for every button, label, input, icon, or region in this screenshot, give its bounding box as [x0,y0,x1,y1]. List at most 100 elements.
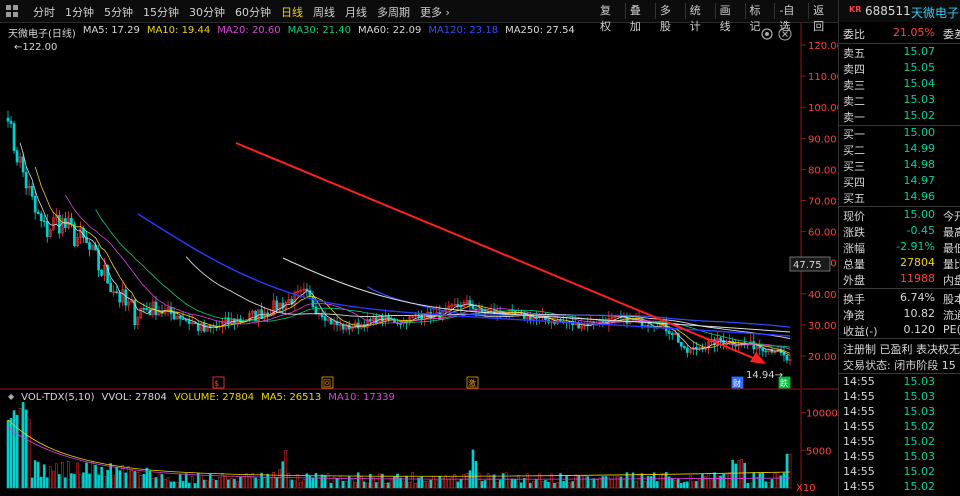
volume-bar [154,477,158,489]
tool-button[interactable]: 叠加 [624,3,655,33]
row-extra: 流通 [943,309,960,322]
indicator-menu-icon[interactable]: ◆ [8,392,14,403]
row-label: 14:55 [843,465,875,478]
volume-bar [218,477,221,489]
ask-row: 卖四 15.05 [839,61,960,77]
row-value: -0.45 [906,224,935,237]
period-tab[interactable]: 周线 [308,4,340,20]
row-value: 15.00 [903,126,936,139]
row-label: 14:55 [843,420,875,433]
row-label: 总量 [843,258,865,271]
candle-body [145,308,149,311]
row-label: 14:55 [843,480,875,493]
volume-bar [33,460,37,489]
volume-bar [670,477,674,489]
volume-bar [344,481,348,489]
row-value: 10.82 [903,307,936,320]
volume-bar [583,475,586,489]
candle-body [70,217,73,225]
candle-body [6,117,10,122]
period-tab[interactable]: 15分钟 [138,4,184,20]
tick-row: 14:55 15.03 [839,450,960,466]
volume-bar [278,469,282,489]
candle-body [314,306,318,315]
candle-body [42,220,46,223]
volume-bar [577,475,580,489]
period-tab[interactable]: 1分钟 [60,4,99,20]
volume-bar [356,472,360,489]
row-value: 15.02 [903,480,936,493]
price-tick-label: 20.00 [808,352,837,363]
period-tab[interactable]: 分时 [28,4,60,20]
divider [839,206,960,207]
volume-bar [242,476,245,489]
tool-button[interactable]: 返回 [808,3,838,33]
volume-ma10-line [7,427,791,480]
volume-bar [513,479,517,489]
tool-button[interactable]: -自选 [774,3,808,33]
volume-bar [166,477,170,489]
price-tick-label: 100.00 [808,103,838,114]
volume-bar [151,478,155,489]
kline-chart[interactable]: 120.00 110.00 100.00 90.00 80.00 70.00 60.00 50… [0,0,838,496]
candle-body [124,289,128,306]
volume-bar [100,466,103,489]
row-extra: 最高 [943,226,960,239]
volume-bar [133,471,137,489]
volume-bar [731,459,734,489]
volume-bar [284,450,288,489]
volume-bar [317,477,321,489]
volume-bar [248,475,251,489]
volume-bar [224,476,227,489]
volume-bar [190,475,194,489]
stat-row: 净资 10.82 流通 [839,307,960,323]
volume-bar [12,410,16,489]
quote-row: 涨幅 -2.91% 最低 [839,240,960,256]
candle-body [30,185,34,197]
volume-ma5-line [7,419,791,477]
tool-button[interactable]: 标记 [744,3,775,33]
volume-bar [532,480,535,489]
volume-bar [580,476,583,489]
volume-bar [24,409,28,489]
volume-value: VVOL: 27804 [101,392,167,403]
grid-menu-icon[interactable] [6,5,18,17]
volume-bar [266,473,269,489]
row-extra: 最低 [943,242,960,255]
volume-bar [788,453,792,489]
row-value: 0.120 [903,323,936,336]
volume-bar [785,453,789,489]
tool-button[interactable]: 统计 [684,3,715,33]
period-tab[interactable]: 日线 [276,4,308,20]
volume-bar [320,474,324,489]
period-tab[interactable]: 60分钟 [230,4,276,20]
row-value: 14.97 [903,174,936,187]
tool-button[interactable]: 多股 [654,3,685,33]
tool-button[interactable]: 画线 [714,3,745,33]
close-icon[interactable] [778,27,792,41]
volume-tick-label: 10000 [806,409,838,420]
volume-bar [438,476,442,489]
candle-body [275,300,279,311]
volume-bar [30,477,34,489]
candle-body [100,269,103,276]
volume-bar [58,474,61,489]
tool-button[interactable]: 复权 [596,3,625,33]
period-tab[interactable]: 多周期 [372,4,415,20]
volume-bar [299,482,303,489]
period-tab[interactable]: 5分钟 [99,4,138,20]
settings-icon[interactable] [760,27,774,41]
ma-value: MA10: 19.44 [146,25,211,36]
volume-bar [139,474,143,489]
candle-body [719,337,722,341]
period-tab[interactable]: 30分钟 [184,4,230,20]
volume-bar [435,480,439,489]
row-value: 15.03 [903,375,936,388]
candle-body [115,291,119,294]
ma-legend: 天微电子(日线) MA5: 17.29 MA10: 19.44 MA20: 20.6… [8,25,575,40]
period-tab[interactable]: 更多 › [415,4,455,20]
volume-bar [350,479,354,489]
period-tab[interactable]: 月线 [340,4,372,20]
volume-bar [79,474,82,489]
ma20-line [65,194,791,350]
